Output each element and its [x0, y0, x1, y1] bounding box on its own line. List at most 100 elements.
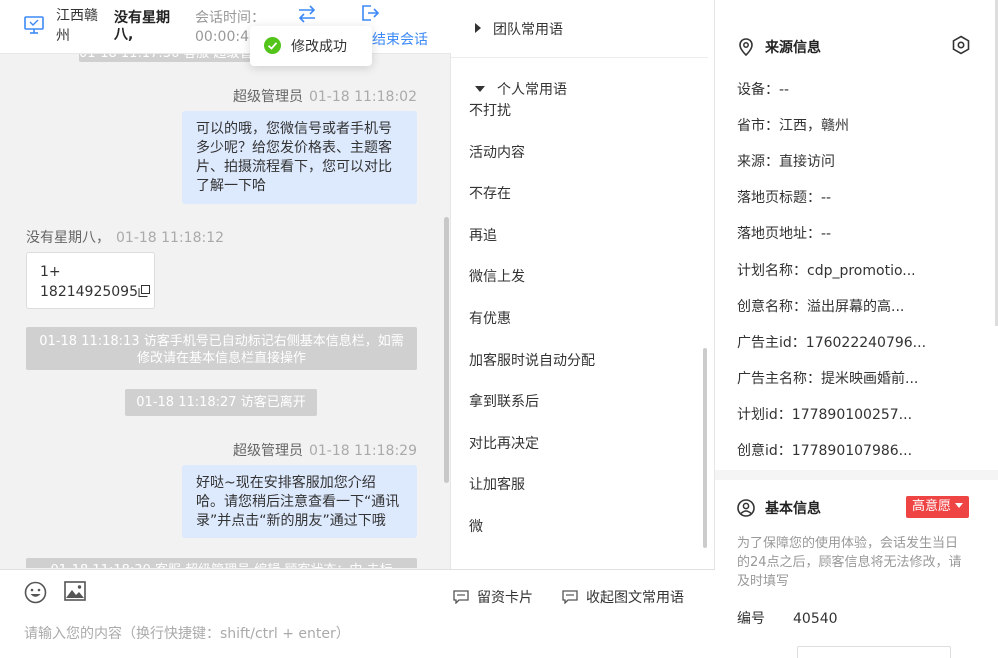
sender-name: 超级管理员: [232, 443, 303, 459]
message-time: 01-18 11:18:02: [308, 89, 417, 105]
emoji-icon[interactable]: [24, 581, 47, 604]
info-row-source: 来源：直接访问: [737, 151, 835, 171]
phrase-item[interactable]: 拿到联系后: [469, 391, 539, 411]
phrase-item[interactable]: 让加客服: [469, 474, 525, 494]
team-phrases-title: 团队常用语: [493, 22, 563, 38]
phrases-footer: 留资卡片 收起图文常用语: [451, 569, 715, 658]
phrase-item[interactable]: 再追: [469, 225, 497, 245]
info-label: 落地页地址：: [737, 226, 821, 242]
code-value: 40540: [793, 611, 838, 627]
exit-icon[interactable]: [361, 4, 379, 22]
info-row-landing-title: 落地页标题：--: [737, 187, 831, 207]
sender-name: 超级管理员: [232, 89, 303, 105]
lead-card-button[interactable]: 留资卡片: [453, 587, 533, 607]
info-label: 广告主id：: [737, 335, 806, 351]
edit-deadline-notice: 为了保障您的使用体验，会话发生当日的24点之后，顾客信息将无法修改，请及时填写: [737, 536, 962, 589]
caret-right-icon: [475, 23, 481, 33]
agent-message-bubble: 可以的哦，您微信号或者手机号多少呢？给您发价格表、主题客片、拍摄流程看下，您可以…: [182, 111, 417, 204]
phrases-scrollbar[interactable]: [703, 348, 707, 548]
collapse-phrases-label: 收起图文常用语: [586, 590, 684, 606]
info-label: 广告主名称：: [737, 371, 821, 387]
chat-workspace: 江西赣州 没有星期八, 会话时间： 00:00:47 结束会话 修改成功 01-…: [0, 0, 998, 658]
lead-card-label: 留资卡片: [477, 590, 533, 606]
caret-down-icon: [475, 86, 485, 92]
chat-panel: 江西赣州 没有星期八, 会话时间： 00:00:47 结束会话 修改成功 01-…: [0, 0, 451, 658]
info-row-creative-id: 创意id：177890107986...: [737, 440, 912, 460]
info-label: 来源：: [737, 154, 779, 170]
info-field-input[interactable]: [797, 646, 951, 658]
phrase-item[interactable]: 微: [469, 516, 483, 536]
system-message: 01-18 11:18:13 访客手机号已自动标记右侧基本信息栏，如需修改请在基…: [26, 327, 417, 370]
personal-phrases-toggle[interactable]: 个人常用语: [475, 79, 567, 99]
session-time: 00:00:47: [195, 29, 258, 45]
visitor-info-panel: 来源信息 设备：-- 省市：江西，赣州 来源：直接访问 落地页标题：-- 落地页…: [715, 0, 998, 658]
intent-dropdown[interactable]: 高意愿: [906, 496, 970, 518]
message-input[interactable]: [24, 622, 434, 646]
message-time: 01-18 11:18:12: [116, 230, 225, 246]
info-label: 创意名称：: [737, 299, 807, 315]
info-row-device: 设备：--: [737, 79, 789, 99]
system-message: 01-18 11:18:30 客服 超级管理员 编辑 顾客状态：中 未标: [26, 558, 417, 568]
phrase-item[interactable]: 不打扰: [469, 100, 511, 120]
info-label: 省市：: [737, 118, 779, 134]
info-value: 177890107986...: [791, 443, 913, 459]
phrase-item[interactable]: 活动内容: [469, 142, 525, 162]
message-sender: 没有星期八， 01-18 11:18:12: [26, 227, 224, 247]
visitor-message-bubble: 1+ 18214925095: [26, 252, 155, 309]
chat-scrollbar[interactable]: [444, 217, 449, 483]
info-label: 创意id：: [737, 443, 792, 459]
toast-text: 修改成功: [291, 39, 347, 55]
phrase-item[interactable]: 不存在: [469, 183, 511, 203]
code-label: 编号: [737, 611, 765, 627]
source-info-title: 来源信息: [737, 37, 821, 57]
quick-phrases-panel: 团队常用语 个人常用语 不打扰 活动内容 不存在 再追 微信上发 有优惠 加客服…: [451, 0, 715, 658]
message-list: 01-18 11:17:36 客服 超级管理员 已接入 超级管理员 01-18 1…: [0, 54, 446, 568]
copy-icon[interactable]: [138, 285, 150, 297]
info-value: cdp_promotio...: [807, 263, 916, 279]
monitor-icon: [24, 16, 44, 34]
personal-phrases-title: 个人常用语: [497, 82, 567, 98]
message-composer: [0, 569, 451, 658]
info-row-creative-name: 创意名称：溢出屏幕的高...: [737, 296, 904, 316]
transfer-icon[interactable]: [296, 5, 318, 23]
visitor-location: 江西赣州: [56, 8, 98, 44]
image-icon[interactable]: [64, 581, 86, 601]
caret-down-icon: [955, 503, 964, 508]
info-value: 提米映画婚前...: [821, 371, 919, 387]
info-label: 计划id：: [737, 407, 792, 423]
agent-message-bubble: 好哒~现在安排客服加您介绍哈。请您稍后注意查看一下“通讯录”并点击“新的朋友”通…: [182, 465, 417, 538]
section-divider: [715, 470, 998, 480]
end-session-button[interactable]: 结束会话: [372, 29, 428, 49]
info-value: --: [821, 226, 832, 242]
message-time: 01-18 11:18:29: [308, 443, 417, 459]
visitor-phone-line: 18214925095: [40, 282, 150, 302]
info-row-plan-name: 计划名称：cdp_promotio...: [737, 260, 916, 280]
visitor-message-line: 1+: [40, 264, 61, 280]
phrase-item[interactable]: 微信上发: [469, 266, 525, 286]
chat-header: 江西赣州 没有星期八, 会话时间： 00:00:47 结束会话: [0, 0, 451, 54]
message-icon: [562, 590, 578, 604]
intent-label: 高意愿: [912, 499, 952, 514]
message-sender: 超级管理员 01-18 11:18:02: [233, 86, 417, 106]
phrase-item[interactable]: 加客服时说自动分配: [469, 350, 595, 370]
system-message: 01-18 11:18:27 访客已离开: [125, 389, 317, 416]
basic-info-title: 基本信息: [737, 498, 821, 518]
system-message: 01-18 11:17:36 客服 超级管理员 已接入: [79, 54, 269, 62]
user-circle-icon: [737, 499, 755, 517]
info-value: --: [779, 82, 790, 98]
card-icon: [453, 590, 469, 604]
visitor-phone: 18214925095: [40, 284, 138, 300]
settings-icon[interactable]: [951, 35, 971, 55]
phrase-item[interactable]: 有优惠: [469, 308, 511, 328]
info-label: 设备：: [737, 82, 779, 98]
collapse-phrases-button[interactable]: 收起图文常用语: [562, 587, 684, 607]
basic-info-label: 基本信息: [765, 501, 821, 517]
info-label: 计划名称：: [737, 263, 807, 279]
info-value: 177890100257...: [791, 407, 913, 423]
info-row-advertiser-name: 广告主名称：提米映画婚前...: [737, 368, 918, 388]
info-value: 176022240796...: [805, 335, 927, 351]
sender-name: 没有星期八，: [26, 230, 110, 246]
phrase-item[interactable]: 对比再决定: [469, 433, 539, 453]
info-value: 江西，赣州: [779, 118, 849, 134]
team-phrases-toggle[interactable]: 团队常用语: [475, 19, 563, 39]
